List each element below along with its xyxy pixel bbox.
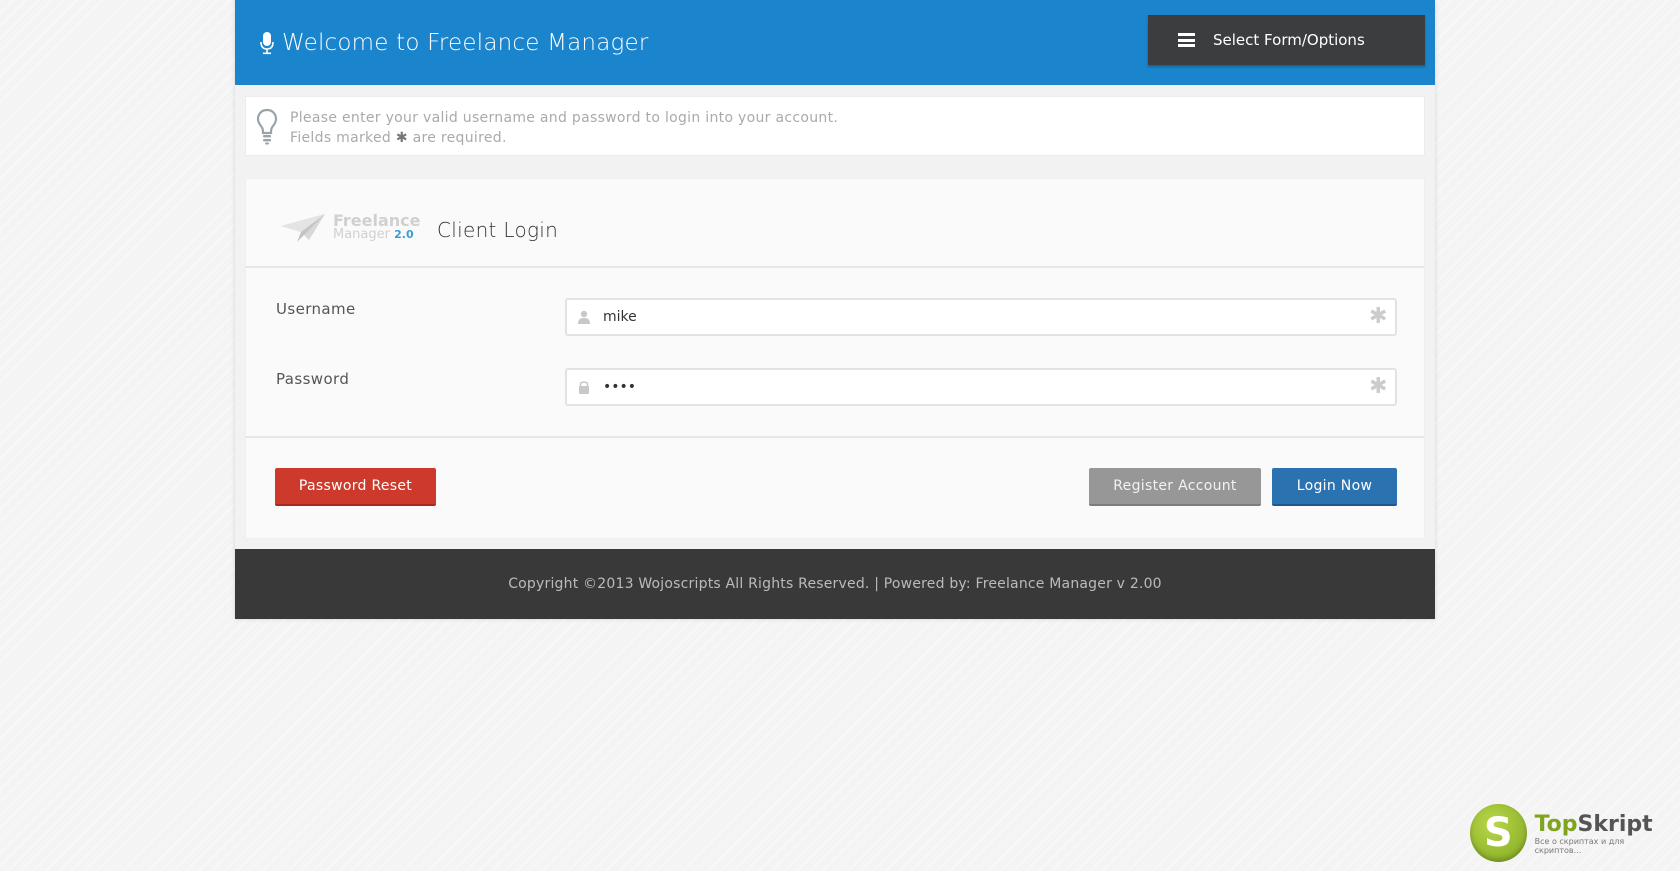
info-notice: Please enter your valid username and pas… (245, 96, 1425, 156)
microphone-icon (260, 32, 274, 55)
select-form-options-button[interactable]: Select Form/Options (1148, 15, 1425, 65)
panel-title: Client Login (437, 217, 559, 242)
logo-version: 2.0 (394, 227, 414, 241)
login-form: Username ✱ Password (246, 268, 1424, 438)
topskript-text: TopSkript Все о скриптах и для скриптов.… (1535, 812, 1670, 855)
username-input[interactable] (603, 302, 1369, 332)
topskript-name: TopSkript (1535, 812, 1670, 837)
form-actions: Password Reset Register Account Login No… (246, 438, 1424, 538)
logo-line-1: Freelance (333, 210, 421, 230)
logo-text: Freelance Manager 2.0 (333, 210, 421, 242)
password-input[interactable] (603, 372, 1369, 402)
password-reset-button[interactable]: Password Reset (275, 468, 436, 506)
user-icon (578, 310, 590, 324)
page-title: Welcome to Freelance Manager (260, 30, 649, 56)
header-bar: Welcome to Freelance Manager Select Form… (235, 0, 1435, 85)
required-asterisk-icon: ✱ (1369, 374, 1388, 399)
topskript-name-b: Skript (1577, 811, 1653, 837)
password-row: Password ✱ (276, 368, 1397, 438)
select-form-options-label: Select Form/Options (1213, 31, 1365, 49)
password-label: Password (276, 370, 350, 388)
topskript-logo-icon: S (1470, 804, 1527, 862)
login-panel: Freelance Manager 2.0 Client Login Usern… (245, 178, 1425, 539)
logo-line-2-text: Manager (333, 226, 390, 242)
username-label: Username (276, 300, 356, 318)
page-title-text: Welcome to Freelance Manager (282, 30, 649, 56)
password-field-wrapper: ✱ (565, 368, 1397, 406)
topskript-tagline: Все о скриптах и для скриптов... (1534, 836, 1625, 855)
lock-icon (579, 381, 589, 394)
register-account-button[interactable]: Register Account (1089, 468, 1261, 506)
lightbulb-icon (256, 108, 278, 145)
topskript-watermark: S TopSkript Все о скриптах и для скрипто… (1470, 803, 1670, 863)
notice-line-1: Please enter your valid username and pas… (290, 110, 839, 126)
notice-text: Please enter your valid username and pas… (290, 108, 838, 148)
notice-line-2-suffix: are required. (412, 130, 507, 146)
required-asterisk-icon: ✱ (1369, 304, 1388, 329)
footer: Copyright ©2013 Wojoscripts All Rights R… (235, 549, 1435, 619)
required-mark-icon: ✱ (395, 130, 408, 146)
login-page: Welcome to Freelance Manager Select Form… (235, 0, 1435, 619)
topskript-name-a: Top (1534, 811, 1578, 837)
paper-plane-icon (281, 213, 325, 242)
notice-line-2: Fields marked ✱ are required. (290, 128, 838, 148)
footer-copyright: Copyright ©2013 Wojoscripts All Rights R… (508, 576, 1162, 592)
menu-icon (1178, 33, 1195, 47)
username-field-wrapper: ✱ (565, 298, 1397, 336)
login-now-button[interactable]: Login Now (1272, 468, 1397, 506)
login-panel-header: Freelance Manager 2.0 Client Login (246, 179, 1424, 268)
freelance-manager-logo: Freelance Manager 2.0 (279, 212, 429, 244)
notice-line-2-prefix: Fields marked (290, 130, 392, 146)
username-row: Username ✱ (276, 298, 1397, 368)
logo-line-2: Manager 2.0 (333, 226, 421, 242)
